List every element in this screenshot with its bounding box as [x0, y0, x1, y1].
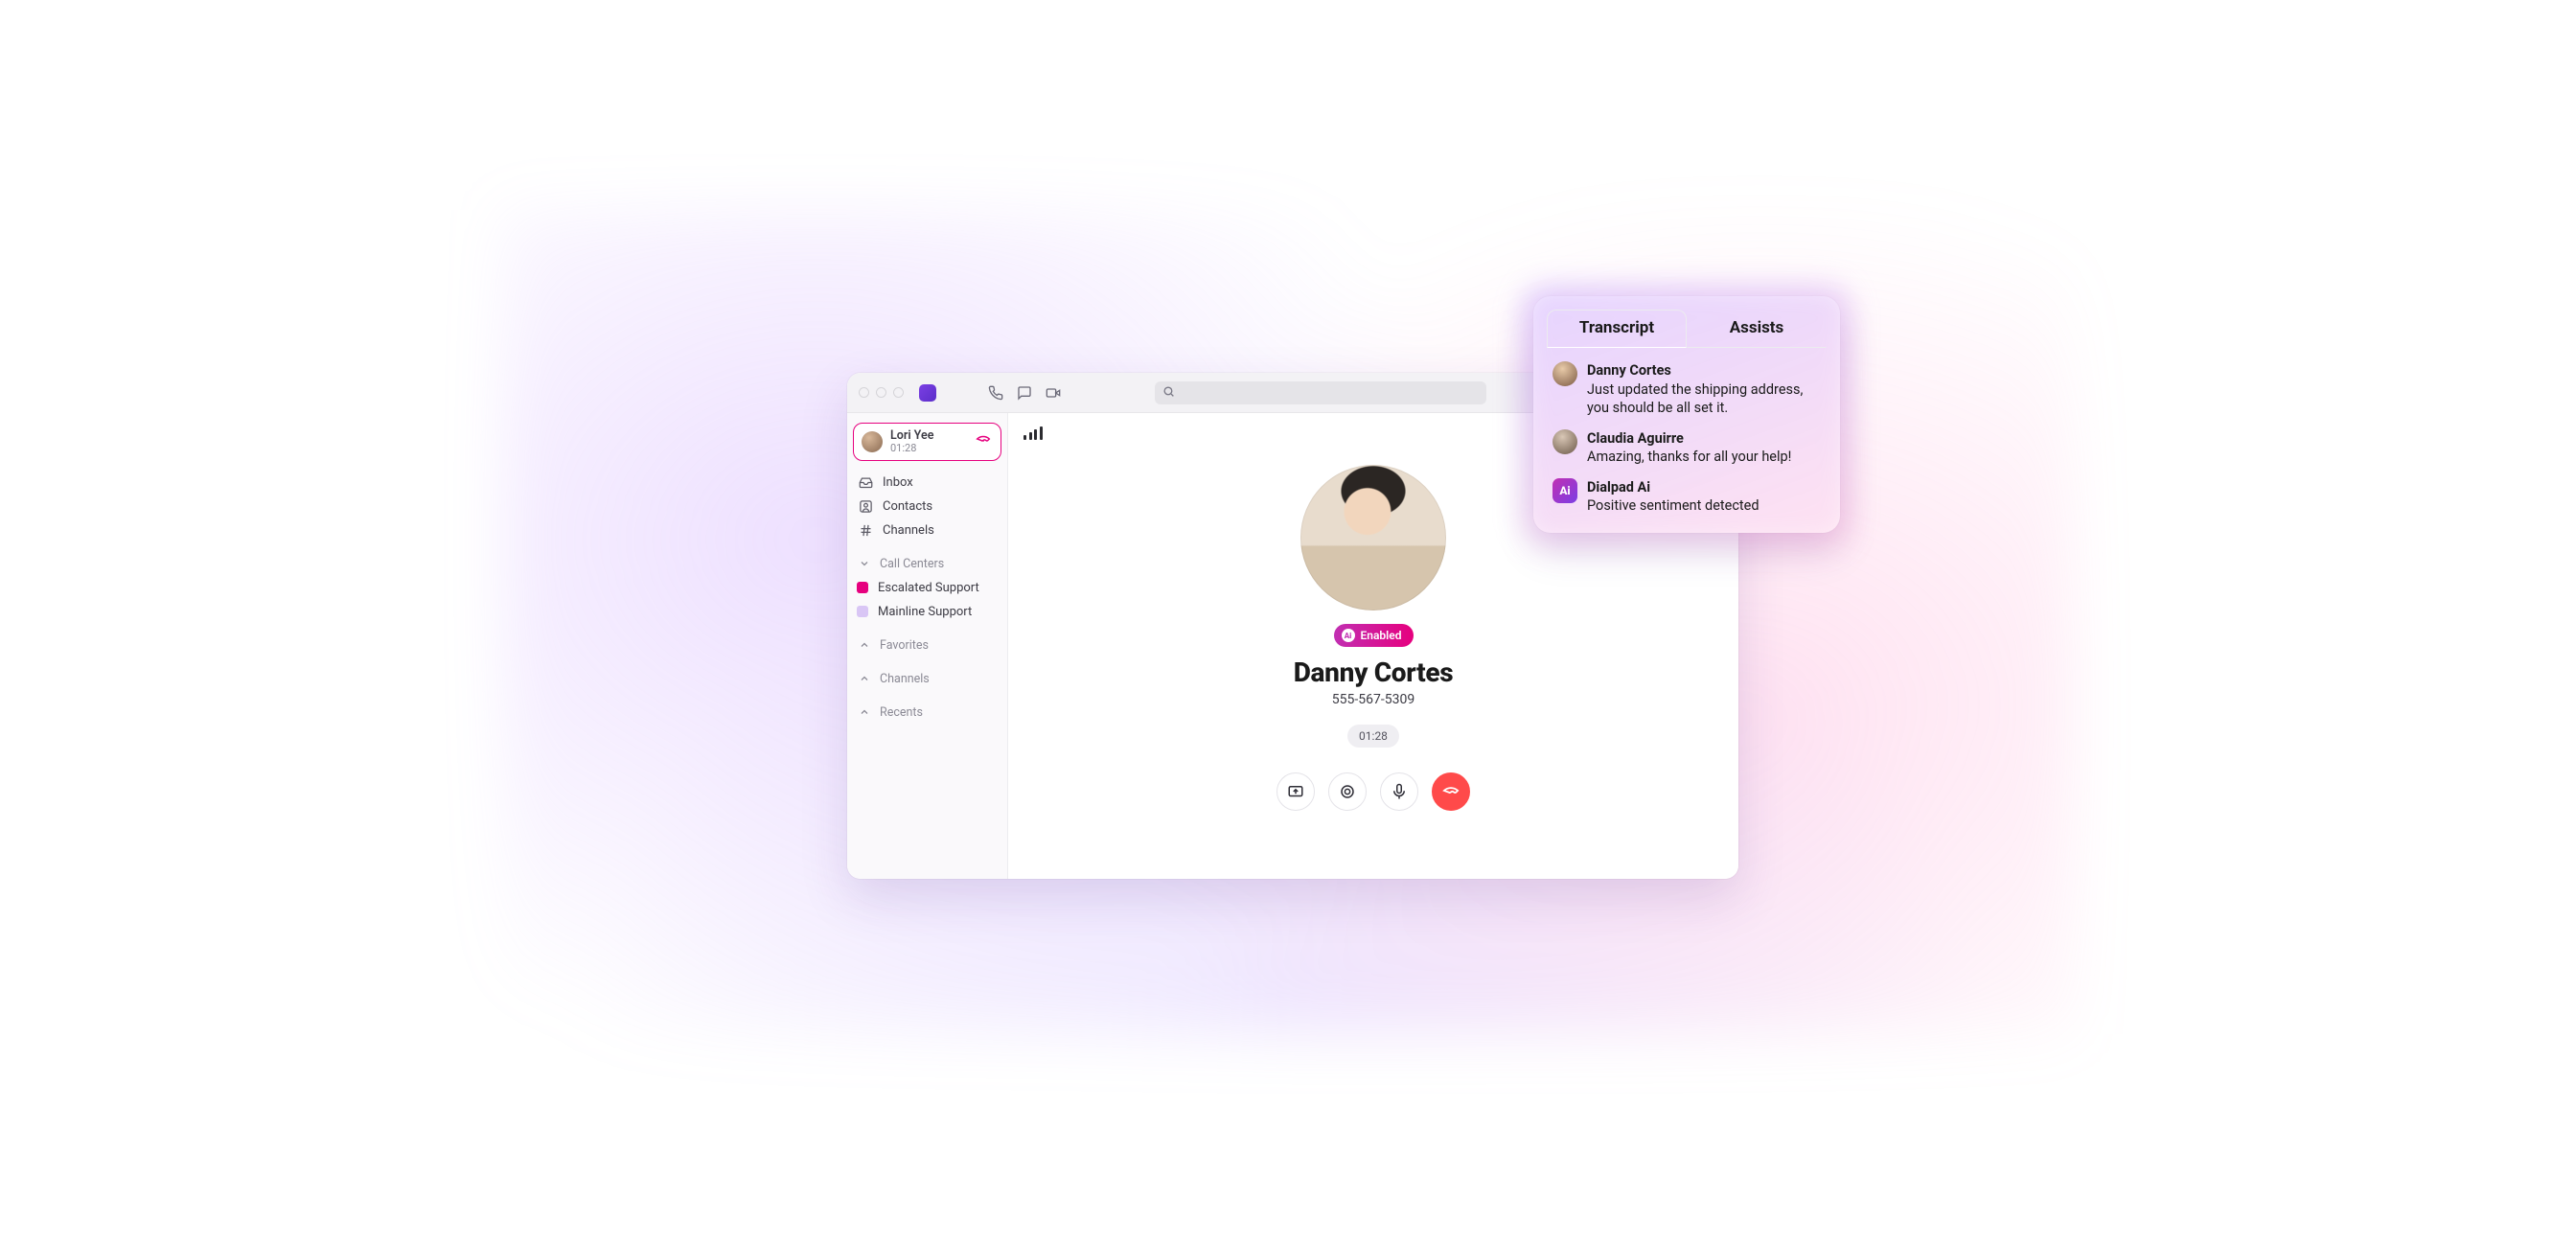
speaker-name: Claudia Aguirre — [1587, 429, 1791, 449]
sidebar-item-label: Inbox — [883, 475, 913, 490]
sidebar-item-channels[interactable]: Channels — [853, 518, 1001, 542]
app-logo-icon — [919, 384, 936, 402]
caller-avatar — [1300, 465, 1446, 610]
color-swatch-icon — [857, 582, 868, 593]
message-text: Just updated the shipping address, you s… — [1587, 380, 1821, 418]
record-icon — [1339, 783, 1356, 800]
list-item-label: Escalated Support — [878, 581, 979, 595]
search-icon — [1162, 383, 1175, 402]
transcript-message: Claudia Aguirre Amazing, thanks for all … — [1552, 429, 1821, 467]
section-header-label: Favorites — [880, 638, 929, 653]
section-header-recents[interactable]: Recents — [853, 701, 1001, 725]
active-call-name: Lori Yee — [890, 429, 968, 443]
end-call-button[interactable] — [1432, 772, 1470, 811]
search-input[interactable] — [1155, 381, 1486, 404]
chevron-up-icon — [859, 639, 870, 651]
sidebar: Lori Yee 01:28 Inbox Contacts — [847, 413, 1008, 879]
chevron-up-icon — [859, 706, 870, 718]
mute-button[interactable] — [1380, 772, 1418, 811]
phone-icon[interactable] — [988, 385, 1003, 401]
window-traffic-lights — [859, 387, 904, 398]
section-header-channels-2[interactable]: Channels — [853, 667, 1001, 691]
message-text: Positive sentiment detected — [1587, 496, 1760, 516]
screen-share-button[interactable] — [1276, 772, 1315, 811]
ai-enabled-badge: Ai Enabled — [1334, 624, 1414, 647]
ai-avatar-icon: Ai — [1552, 478, 1577, 503]
message-text: Amazing, thanks for all your help! — [1587, 448, 1791, 467]
tab-assists[interactable]: Assists — [1687, 310, 1827, 348]
call-center-item-escalated[interactable]: Escalated Support — [853, 576, 1001, 600]
section-header-favorites[interactable]: Favorites — [853, 634, 1001, 657]
tab-transcript[interactable]: Transcript — [1547, 310, 1687, 348]
traffic-minimize-icon[interactable] — [876, 387, 886, 398]
section-header-call-centers[interactable]: Call Centers — [853, 552, 1001, 576]
video-icon[interactable] — [1046, 385, 1061, 401]
color-swatch-icon — [857, 606, 868, 617]
ai-badge-label: Enabled — [1361, 629, 1402, 642]
chevron-down-icon — [859, 558, 870, 569]
traffic-zoom-icon[interactable] — [893, 387, 904, 398]
hangup-icon — [1442, 783, 1460, 800]
speaker-name: Danny Cortes — [1587, 361, 1821, 380]
avatar — [862, 431, 883, 452]
signal-strength-icon — [1024, 426, 1043, 440]
chat-icon[interactable] — [1017, 385, 1032, 401]
section-header-label: Recents — [880, 705, 923, 720]
caller-phone: 555-567-5309 — [1332, 692, 1414, 707]
sidebar-item-label: Channels — [883, 523, 934, 538]
active-call-card[interactable]: Lori Yee 01:28 — [853, 423, 1001, 461]
transcript-card: Transcript Assists Danny Cortes Just upd… — [1533, 296, 1840, 533]
call-center-item-mainline[interactable]: Mainline Support — [853, 600, 1001, 624]
avatar — [1552, 429, 1577, 454]
ai-icon: Ai — [1342, 629, 1355, 642]
chevron-up-icon — [859, 673, 870, 684]
screen-share-icon — [1287, 783, 1304, 800]
record-button[interactable] — [1328, 772, 1367, 811]
traffic-close-icon[interactable] — [859, 387, 869, 398]
call-duration-pill: 01:28 — [1347, 725, 1399, 748]
transcript-message: Danny Cortes Just updated the shipping a… — [1552, 361, 1821, 418]
section-header-label: Call Centers — [880, 557, 944, 571]
transcript-message: Ai Dialpad Ai Positive sentiment detecte… — [1552, 478, 1821, 516]
sidebar-item-label: Contacts — [883, 499, 932, 514]
sidebar-item-inbox[interactable]: Inbox — [853, 471, 1001, 495]
speaker-name: Dialpad Ai — [1587, 478, 1760, 497]
hangup-icon[interactable] — [976, 432, 991, 451]
microphone-icon — [1391, 783, 1408, 800]
avatar — [1552, 361, 1577, 386]
section-header-label: Channels — [880, 672, 930, 686]
sidebar-item-contacts[interactable]: Contacts — [853, 495, 1001, 518]
list-item-label: Mainline Support — [878, 605, 972, 619]
caller-name: Danny Cortes — [1294, 657, 1454, 688]
call-controls — [1276, 772, 1470, 811]
active-call-duration: 01:28 — [890, 443, 968, 454]
